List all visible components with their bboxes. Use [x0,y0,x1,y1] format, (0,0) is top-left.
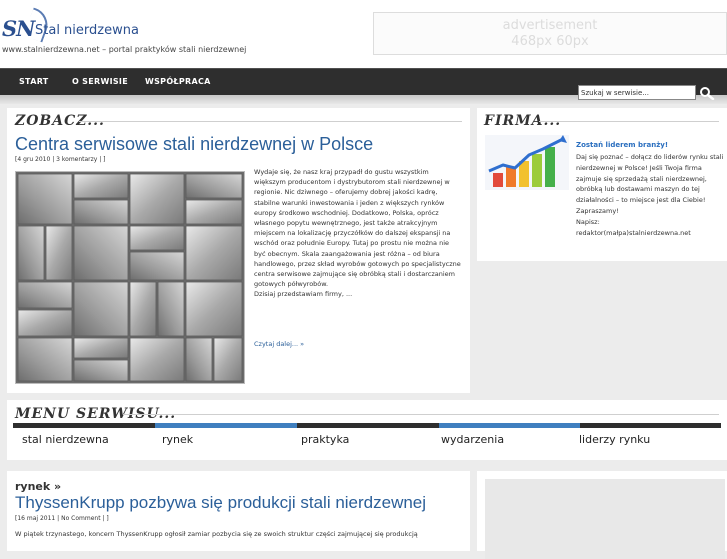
post-preview: rynek » ThyssenKrupp pozbywa się produkc… [7,471,470,551]
menu-bar-3 [297,423,439,428]
post-title[interactable]: Centra serwisowe stali nierdzewnej w Pol… [15,134,373,155]
steel-tile [17,173,73,225]
sidebar-firma: FIRMA... Zostań liderem branży! Daj się … [477,108,727,261]
magnifier-icon [700,87,715,101]
steel-tile [129,225,185,251]
site-header: SN Stal nierdzewna www.stalnierdzewna.ne… [0,0,727,68]
menu-item-wydarzenia[interactable]: wydarzenia [441,433,504,446]
menu-color-bars [13,423,721,428]
steel-tiles-image [16,172,244,383]
menu-bar-4 [439,423,580,428]
search-input[interactable] [578,85,696,100]
steel-tile [185,225,243,281]
steel-tile [17,225,45,281]
ad-label: advertisement [502,18,598,33]
steel-tile [185,173,243,199]
steel-tile [129,337,185,382]
menu-bar-5 [580,423,721,428]
post-category-link[interactable]: rynek » [15,480,61,493]
steel-tile [185,281,243,337]
contact-email: redaktor(małpa)stalnierdzewna.net [576,228,691,237]
growth-chart-image[interactable] [485,135,569,190]
steel-tile [45,225,73,281]
steel-tile [73,359,129,382]
service-menu: MENU SERWISU... stal nierdzewna rynek pr… [7,400,727,460]
steel-tile [157,281,185,337]
post-thumbnail[interactable] [15,171,245,384]
logo-text: Stal nierdzewna [35,23,139,38]
menu-bar-1 [13,423,155,428]
steel-tile [73,199,129,225]
featured-section: ZOBACZ... Centra serwisowe stali nierdze… [7,108,470,393]
section-divider [539,121,719,122]
post-meta: [4 gru 2010 | 3 komentarzy | ] [15,156,106,163]
steel-tile [129,281,157,337]
nav-item-start[interactable]: START [19,77,49,86]
nav-item-o-serwisie[interactable]: O SERWISIE [72,77,128,86]
steel-tile [129,173,185,225]
nav-item-wspolpraca[interactable]: WSPÓŁPRACA [145,77,211,86]
steel-tile [17,281,73,309]
ad-size: 468px 60px [511,34,589,49]
post-excerpt: W piątek trzynastego, koncern ThyssenKru… [15,530,418,538]
section-divider [123,414,719,415]
post-meta: [16 maj 2011 | No Comment | ] [15,515,109,522]
read-more-link[interactable]: Czytaj dalej... » [254,340,304,348]
site-tagline: www.stalnierdzewna.net – portal praktykó… [2,45,247,54]
steel-tile [73,281,129,337]
bar-growth-icon [485,135,569,190]
steel-tile [73,173,129,199]
promo-text: Daj się poznać – dołącz do liderów rynku… [576,152,724,238]
steel-tile [185,199,243,225]
sidebar-placeholder [485,479,725,559]
menu-item-praktyka[interactable]: praktyka [301,433,349,446]
search-button[interactable] [699,85,715,101]
steel-tile [213,337,243,382]
contact-label: Napisz: [576,217,600,226]
section-divider [79,121,462,122]
tile-grid [17,173,243,382]
post-title[interactable]: ThyssenKrupp pozbywa się produkcji stali… [15,493,426,513]
menu-item-stal-nierdzewna[interactable]: stal nierdzewna [22,433,109,446]
post-excerpt: Wydaje się, że nasz kraj przypadł do gus… [254,167,462,300]
site-logo[interactable]: SN Stal nierdzewna [2,7,139,46]
menu-item-rynek[interactable]: rynek [162,433,193,446]
steel-tile [185,337,213,382]
steel-tile [17,309,73,337]
advertisement-banner[interactable]: advertisement 468px 60px [373,12,727,55]
steel-tile [73,225,129,281]
promo-body: Daj się poznać – dołącz do liderów rynku… [576,153,724,215]
promo-title-link[interactable]: Zostań liderem branży! [576,141,668,149]
sidebar-widget [477,471,727,559]
post-excerpt-text: Wydaje się, że nasz kraj przypadł do gus… [254,168,461,289]
menu-item-liderzy-rynku[interactable]: liderzy rynku [579,433,650,446]
steel-tile [73,337,129,359]
post-excerpt-tail: Dzisiaj przedstawiam firmy, ... [254,290,353,299]
steel-tile [17,337,73,382]
steel-tile [129,251,185,281]
menu-bar-2 [155,423,297,428]
